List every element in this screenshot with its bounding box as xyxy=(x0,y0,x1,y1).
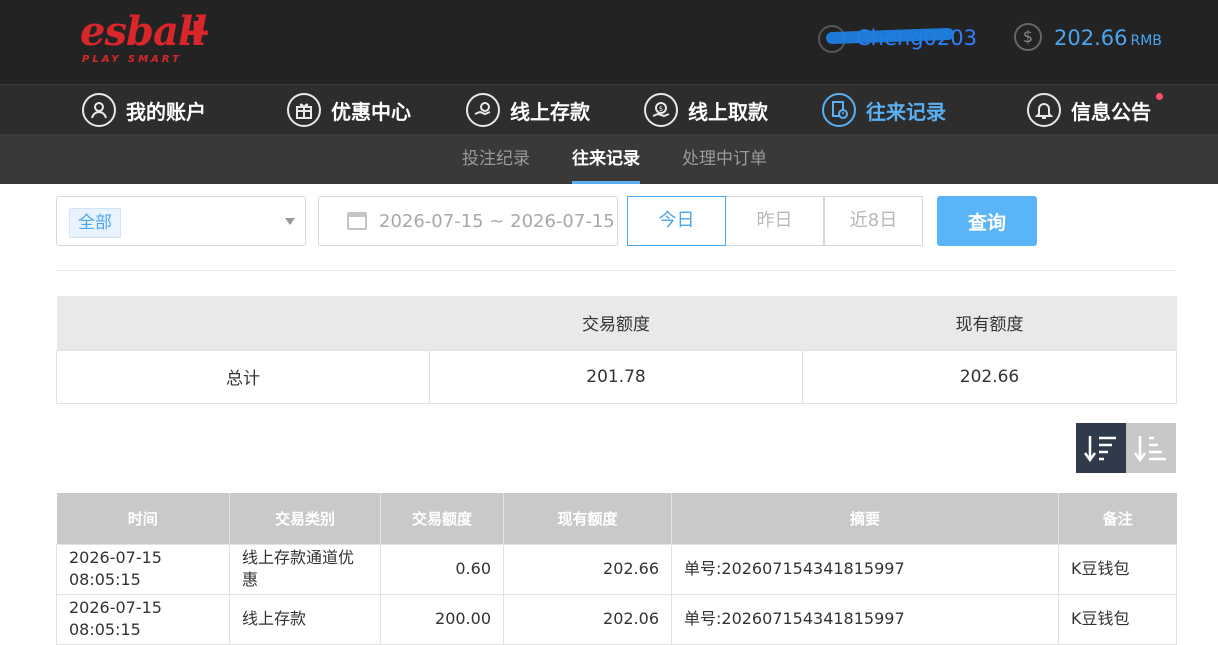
gift-icon xyxy=(287,93,321,127)
col-note[interactable]: 备注 xyxy=(1058,493,1177,544)
records-icon xyxy=(822,93,856,127)
col-amount[interactable]: 交易额度 xyxy=(380,493,504,544)
table-row: 2026-07-15 08:05:15 线上存款通道优惠 0.60 202.66… xyxy=(56,543,1177,595)
sort-desc-button[interactable] xyxy=(1076,423,1126,473)
dollar-icon: $ xyxy=(1014,23,1042,51)
cell-balance: 202.66 xyxy=(503,543,672,595)
date-range-picker[interactable]: 2026-07-15 ~ 2026-07-15 xyxy=(318,196,618,246)
balance-display: $ 202.66 RMB xyxy=(1014,22,1204,54)
summary-current-balance: 202.66 xyxy=(802,349,1177,404)
nav-my-account[interactable]: 我的账户 xyxy=(82,93,206,127)
nav-label: 信息公告 xyxy=(1071,99,1151,124)
today-button[interactable]: 今日 xyxy=(627,196,726,246)
deposit-icon xyxy=(466,93,500,127)
yesterday-button[interactable]: 昨日 xyxy=(725,196,824,246)
cell-type: 线上存款通道优惠 xyxy=(229,543,381,595)
nav-label: 我的账户 xyxy=(126,99,206,124)
cell-note: K豆钱包 xyxy=(1058,543,1177,595)
summary-total-row: 总计 201.78 202.66 xyxy=(56,349,1177,404)
summary-table: 交易额度 现有额度 总计 201.78 202.66 xyxy=(56,296,1177,404)
date-range-value: 2026-07-15 ~ 2026-07-15 xyxy=(379,211,615,232)
sort-ascending-icon xyxy=(1134,436,1166,463)
cell-summary: 单号:202607154341815997 xyxy=(671,593,1059,645)
sort-controls xyxy=(1076,423,1176,473)
cell-time: 2026-07-15 08:05:15 xyxy=(56,593,230,645)
summary-header-transaction: 交易额度 xyxy=(429,296,803,350)
svg-text:$: $ xyxy=(659,105,663,113)
user-icon xyxy=(82,93,116,127)
logo-tagline: PLAY SMART xyxy=(82,54,182,65)
summary-header-balance: 现有额度 xyxy=(802,296,1177,350)
records-header-row: 时间 交易类别 交易额度 现有额度 摘要 备注 xyxy=(56,493,1177,544)
summary-header-empty xyxy=(56,296,430,350)
col-type[interactable]: 交易类别 xyxy=(229,493,381,544)
nav-label: 线上存款 xyxy=(510,99,590,124)
nav-label: 优惠中心 xyxy=(331,99,411,124)
chevron-down-icon xyxy=(285,218,295,225)
balance-unit: RMB xyxy=(1130,33,1162,49)
subtab-pending-orders[interactable]: 处理中订单 xyxy=(682,134,767,184)
filter-bar: 全部 2026-07-15 ~ 2026-07-15 今日 昨日 近8日 查询 xyxy=(56,196,1176,246)
divider xyxy=(56,270,1176,271)
cell-summary: 单号:202607154341815997 xyxy=(671,543,1059,595)
user-info[interactable]: Cheng0203 xyxy=(818,22,978,54)
col-summary[interactable]: 摘要 xyxy=(671,493,1059,544)
cell-note: K豆钱包 xyxy=(1058,593,1177,645)
calendar-icon xyxy=(347,212,367,230)
balance-amount: 202.66 RMB xyxy=(1054,26,1162,50)
logo-plus: + xyxy=(180,10,212,54)
search-button[interactable]: 查询 xyxy=(937,196,1037,246)
cell-balance: 202.06 xyxy=(503,593,672,645)
summary-header-row: 交易额度 现有额度 xyxy=(56,296,1177,350)
nav-announcements[interactable]: 信息公告 xyxy=(1027,93,1163,127)
sort-descending-icon xyxy=(1084,436,1116,463)
cell-amount: 0.60 xyxy=(380,543,504,595)
nav-label: 线上取款 xyxy=(688,99,768,124)
esball-logo[interactable]: esball + PLAY SMART xyxy=(80,8,220,68)
sub-nav: 投注纪录 往来记录 处理中订单 xyxy=(0,134,1218,184)
cell-type: 线上存款 xyxy=(229,593,381,645)
selected-type-tag: 全部 xyxy=(69,208,121,238)
withdraw-icon: $ xyxy=(644,93,678,127)
summary-total-label: 总计 xyxy=(56,349,430,404)
nav-promotions[interactable]: 优惠中心 xyxy=(287,93,411,127)
nav-online-deposit[interactable]: 线上存款 xyxy=(466,93,590,127)
subtab-bet-records[interactable]: 投注纪录 xyxy=(462,134,530,184)
subtab-transaction-records[interactable]: 往来记录 xyxy=(572,134,640,184)
transaction-type-select[interactable]: 全部 xyxy=(56,196,306,246)
nav-transaction-records[interactable]: 往来记录 xyxy=(822,93,946,127)
cell-time: 2026-07-15 08:05:15 xyxy=(56,543,230,595)
last-8-days-button[interactable]: 近8日 xyxy=(824,196,923,246)
top-header: esball + PLAY SMART Cheng0203 $ 202.66RM… xyxy=(0,0,1218,84)
records-table: 时间 交易类别 交易额度 现有额度 摘要 备注 2026-07-15 08:05… xyxy=(56,493,1177,645)
cell-amount: 200.00 xyxy=(380,593,504,645)
col-balance[interactable]: 现有额度 xyxy=(503,493,672,544)
main-nav: 我的账户 优惠中心 线上存款 $ 线上取款 往来记录 信息公告 xyxy=(0,84,1218,134)
summary-transaction-total: 201.78 xyxy=(429,349,803,404)
bell-icon xyxy=(1027,93,1061,127)
table-row: 2026-07-15 08:05:15 线上存款 200.00 202.06 单… xyxy=(56,593,1177,645)
nav-online-withdraw[interactable]: $ 线上取款 xyxy=(644,93,768,127)
col-time[interactable]: 时间 xyxy=(56,493,230,544)
nav-label: 往来记录 xyxy=(866,99,946,124)
notification-dot xyxy=(1156,93,1163,100)
sort-asc-button[interactable] xyxy=(1126,423,1176,473)
